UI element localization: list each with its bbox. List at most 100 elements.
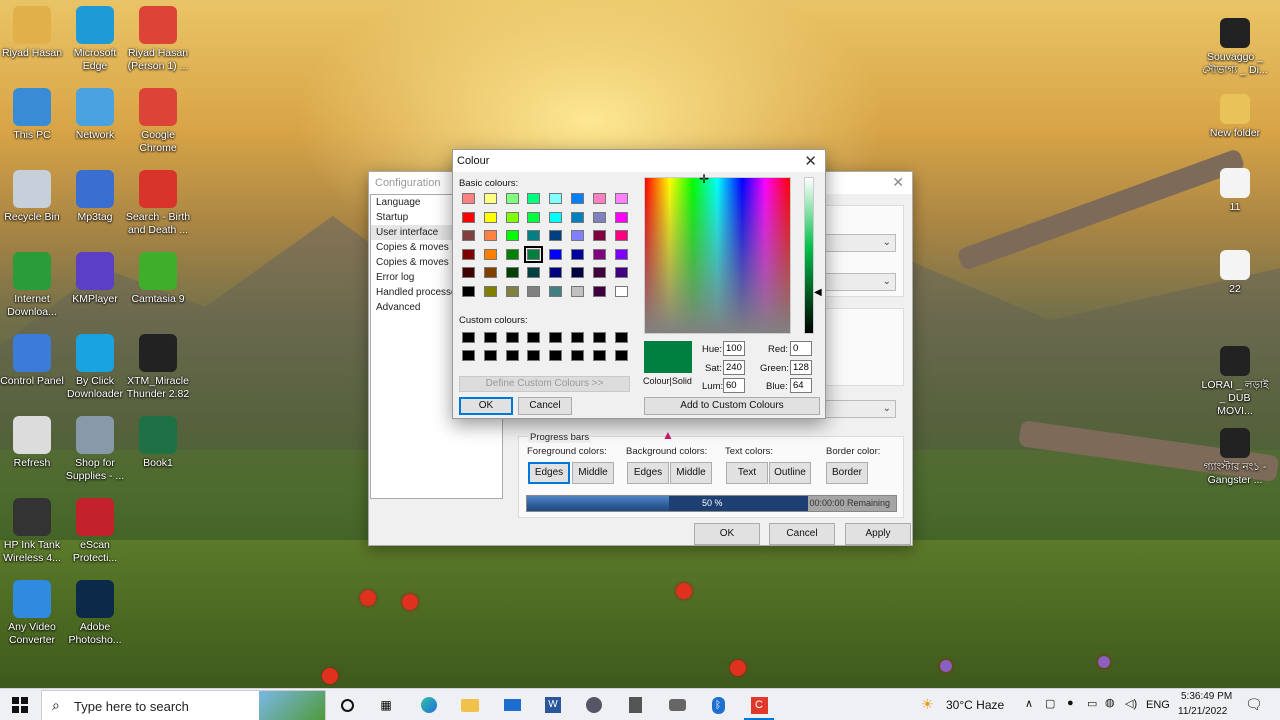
custom-colour-swatch[interactable] xyxy=(614,332,628,343)
basic-colour-swatch[interactable] xyxy=(462,285,475,297)
windows-start-icon[interactable] xyxy=(10,695,30,715)
language-indicator[interactable]: ENG xyxy=(1146,699,1170,711)
desktop-icon[interactable]: Riyad Hasan (Person 1) ... xyxy=(124,6,192,73)
desktop-icon[interactable]: New folder xyxy=(1201,94,1269,140)
camtasia-taskbar-icon[interactable]: C xyxy=(749,695,769,715)
config-ok-button[interactable]: OK xyxy=(694,523,760,545)
basic-colour-swatch[interactable] xyxy=(505,193,519,204)
basic-colour-swatch[interactable] xyxy=(592,267,606,278)
desktop-icon[interactable]: eScan Protecti... xyxy=(61,498,129,565)
task-view-icon[interactable]: ▦ xyxy=(376,695,396,715)
basic-colour-swatch[interactable] xyxy=(592,248,606,260)
border-button[interactable]: Border xyxy=(826,462,868,484)
custom-colour-swatch[interactable] xyxy=(527,350,541,361)
basic-colour-swatch[interactable] xyxy=(505,230,519,241)
basic-colour-swatch[interactable] xyxy=(527,211,541,223)
desktop-icon[interactable]: গ্যাংস্টার নং১ - Gangster ... xyxy=(1201,428,1269,487)
custom-colour-swatch[interactable] xyxy=(571,350,584,361)
custom-colour-swatch[interactable] xyxy=(505,332,519,343)
custom-colour-swatch[interactable] xyxy=(483,350,497,361)
basic-colour-swatch[interactable] xyxy=(549,267,563,278)
microphone-icon[interactable]: ● xyxy=(1067,697,1074,709)
slider-arrow-icon[interactable]: ◀ xyxy=(814,287,822,298)
config-apply-button[interactable]: Apply xyxy=(845,523,911,545)
desktop-icon[interactable]: Any Video Converter xyxy=(0,580,66,647)
desktop-icon[interactable]: Microsoft Edge xyxy=(61,6,129,73)
clock-date[interactable]: 11/21/2022 xyxy=(1178,706,1227,717)
basic-colour-swatch[interactable] xyxy=(462,193,475,204)
desktop-icon[interactable]: Network xyxy=(61,88,129,142)
basic-colour-swatch[interactable] xyxy=(505,211,519,223)
desktop-icon[interactable]: XTM_Miracle Thunder 2.82 xyxy=(124,334,192,401)
desktop-icon[interactable]: Souvaggo _ সৌভাগ্য _ Di... xyxy=(1201,18,1269,77)
text-button[interactable]: Text xyxy=(726,462,768,484)
basic-colour-swatch[interactable] xyxy=(462,211,475,223)
desktop-icon[interactable]: Internet Downloa... xyxy=(0,252,66,319)
desktop-icon[interactable]: Recycle Bin xyxy=(0,170,66,224)
battery-icon[interactable]: ▭ xyxy=(1087,697,1097,710)
desktop-icon[interactable]: Google Chrome xyxy=(124,88,192,155)
desktop-icon[interactable]: LORAI _ লড়াই _ DUB MOVI... xyxy=(1201,346,1269,418)
basic-colour-swatch[interactable] xyxy=(571,211,584,223)
desktop-icon[interactable]: 22 xyxy=(1201,250,1269,296)
red-field[interactable]: 0 xyxy=(790,341,812,356)
define-custom-colours-button[interactable]: Define Custom Colours >> xyxy=(459,376,630,392)
cortana-icon[interactable] xyxy=(337,695,357,715)
basic-colour-swatch[interactable] xyxy=(505,267,519,278)
basic-colour-swatch[interactable] xyxy=(462,267,475,278)
close-icon[interactable]: ✕ xyxy=(804,152,817,170)
colour-titlebar[interactable]: Colour ✕ xyxy=(453,150,825,172)
desktop-icon[interactable]: Control Panel xyxy=(0,334,66,388)
blue-field[interactable]: 64 xyxy=(790,378,812,393)
basic-colour-swatch[interactable] xyxy=(592,193,606,204)
basic-colour-swatch[interactable] xyxy=(571,230,584,241)
weather-icon[interactable]: ☀ xyxy=(921,696,934,713)
luminance-slider[interactable] xyxy=(804,177,814,334)
word-icon[interactable]: W xyxy=(543,695,563,715)
desktop-icon[interactable]: Mp3tag xyxy=(61,170,129,224)
desktop-icon[interactable]: Shop for Supplies - ... xyxy=(61,416,129,483)
custom-colour-swatch[interactable] xyxy=(592,350,606,361)
desktop-icon[interactable]: HP Ink Tank Wireless 4... xyxy=(0,498,66,565)
desktop-icon[interactable]: By Click Downloader xyxy=(61,334,129,401)
basic-colour-swatch[interactable] xyxy=(571,248,584,260)
basic-colour-swatch[interactable] xyxy=(549,211,563,223)
basic-colour-swatch[interactable] xyxy=(571,267,584,278)
add-to-custom-colours-button[interactable]: Add to Custom Colours xyxy=(644,397,820,415)
colour-spectrum-picker[interactable] xyxy=(644,177,791,334)
basic-colour-swatch[interactable] xyxy=(549,230,563,241)
sat-field[interactable]: 240 xyxy=(723,360,745,375)
camera-icon[interactable] xyxy=(667,695,687,715)
desktop-icon[interactable]: Riyad Hasan xyxy=(0,6,66,60)
basic-colour-swatch[interactable] xyxy=(614,285,628,297)
network-icon[interactable]: ◍ xyxy=(1105,696,1115,709)
basic-colour-swatch[interactable] xyxy=(549,193,563,204)
fg-middle-button[interactable]: Middle xyxy=(572,462,614,484)
desktop-icon[interactable]: Book1 xyxy=(124,416,192,470)
basic-colour-swatch[interactable] xyxy=(571,285,584,297)
custom-colour-swatch[interactable] xyxy=(549,332,563,343)
desktop-icon[interactable]: Search - Birth and Death ... xyxy=(124,170,192,237)
edge-taskbar-icon[interactable] xyxy=(419,695,439,715)
basic-colour-swatch[interactable] xyxy=(483,211,497,223)
custom-colour-swatch[interactable] xyxy=(592,332,606,343)
clock-time[interactable]: 5:36:49 PM xyxy=(1181,691,1232,702)
basic-colour-swatch[interactable] xyxy=(571,193,584,204)
colour-cancel-button[interactable]: Cancel xyxy=(518,397,572,415)
weather-text[interactable]: 30°C Haze xyxy=(946,698,1004,712)
basic-colour-swatch[interactable] xyxy=(614,248,628,260)
bg-edges-button[interactable]: Edges xyxy=(627,462,669,484)
basic-colour-swatch[interactable] xyxy=(505,285,519,297)
colour-ok-button[interactable]: OK xyxy=(459,397,513,415)
basic-colour-swatch[interactable] xyxy=(614,193,628,204)
bluetooth-icon[interactable]: ᛒ xyxy=(708,695,728,715)
basic-colour-swatch[interactable] xyxy=(592,230,606,241)
basic-colour-swatch[interactable] xyxy=(527,267,541,278)
custom-colour-swatch[interactable] xyxy=(483,332,497,343)
basic-colour-swatch[interactable] xyxy=(462,230,475,241)
basic-colour-swatch[interactable] xyxy=(527,230,541,241)
basic-colour-swatch[interactable] xyxy=(592,285,606,297)
basic-colour-swatch[interactable] xyxy=(614,267,628,278)
chevron-up-icon[interactable]: ∧ xyxy=(1025,697,1033,710)
desktop-icon[interactable]: This PC xyxy=(0,88,66,142)
